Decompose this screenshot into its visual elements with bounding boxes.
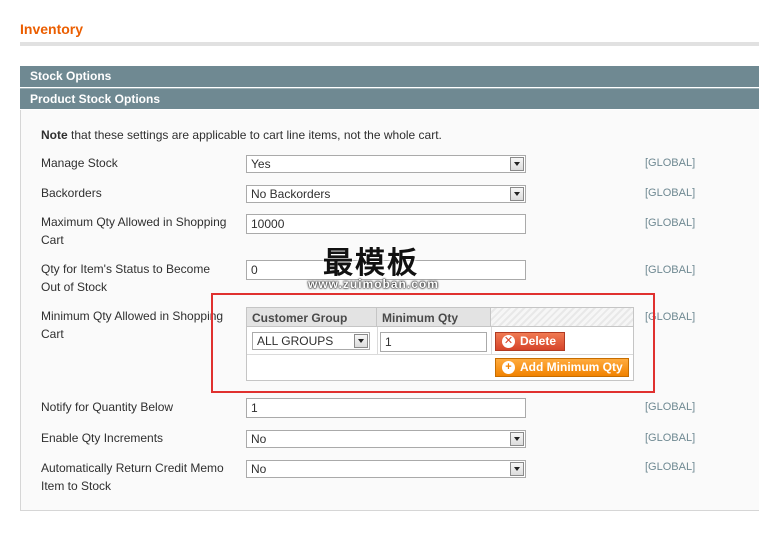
notify-below-label: Notify for Quantity Below <box>41 400 174 414</box>
notify-below-scope: [GLOBAL] <box>645 401 696 413</box>
minimum-qty-input[interactable]: 1 <box>380 332 487 352</box>
table-row: ALL GROUPS 1 ✕ Delete <box>247 327 633 355</box>
customer-group-value: ALL GROUPS <box>257 334 334 348</box>
max-qty-label: Maximum Qty Allowed in Shopping Cart <box>41 215 227 247</box>
delete-button[interactable]: ✕ Delete <box>495 332 565 351</box>
column-divider <box>491 327 492 354</box>
chevron-down-icon[interactable] <box>510 462 524 476</box>
chevron-down-icon[interactable] <box>510 187 524 201</box>
notify-below-input[interactable]: 1 <box>246 398 526 418</box>
add-minimum-qty-button[interactable]: + Add Minimum Qty <box>495 358 629 377</box>
min-qty-grid: Customer Group Minimum Qty ALL GROUPS 1 … <box>246 307 634 381</box>
return-credit-memo-scope: [GLOBAL] <box>645 461 696 473</box>
title-divider <box>20 42 759 46</box>
qty-increments-scope: [GLOBAL] <box>645 432 696 444</box>
watermark-logo: 最模板 <box>323 246 419 281</box>
max-qty-input[interactable]: 10000 <box>246 214 526 234</box>
qty-increments-select[interactable]: No <box>246 430 526 448</box>
minimum-qty-header: Minimum Qty <box>377 308 491 326</box>
note-text: that these settings are applicable to ca… <box>67 128 442 142</box>
note-bold: Note <box>41 128 68 142</box>
customer-group-header: Customer Group <box>247 308 377 326</box>
cart-note: Note that these settings are applicable … <box>41 128 442 142</box>
grid-header: Customer Group Minimum Qty <box>247 308 633 327</box>
return-credit-memo-value: No <box>251 462 267 476</box>
min-qty-label: Minimum Qty Allowed in Shopping Cart <box>41 309 224 341</box>
manage-stock-scope: [GLOBAL] <box>645 157 696 169</box>
return-credit-memo-label: Automatically Return Credit Memo Item to… <box>41 461 224 493</box>
x-circle-icon: ✕ <box>502 335 515 348</box>
customer-group-select[interactable]: ALL GROUPS <box>252 332 370 350</box>
backorders-select[interactable]: No Backorders <box>246 185 526 203</box>
column-divider <box>377 327 378 354</box>
backorders-value: No Backorders <box>251 187 331 201</box>
manage-stock-select[interactable]: Yes <box>246 155 526 173</box>
qty-increments-value: No <box>251 432 267 446</box>
manage-stock-label: Manage Stock <box>41 156 118 170</box>
backorders-scope: [GLOBAL] <box>645 187 696 199</box>
manage-stock-value: Yes <box>251 157 271 171</box>
add-minimum-qty-label: Add Minimum Qty <box>520 360 623 374</box>
out-of-stock-qty-label: Qty for Item's Status to Become Out of S… <box>41 262 211 294</box>
watermark-url: www.zuimoban.com <box>308 277 439 291</box>
return-credit-memo-select[interactable]: No <box>246 460 526 478</box>
backorders-label: Backorders <box>41 186 102 200</box>
max-qty-scope: [GLOBAL] <box>645 217 696 229</box>
section-product-stock-options[interactable]: Product Stock Options <box>20 88 759 109</box>
qty-increments-label: Enable Qty Increments <box>41 431 164 445</box>
section-stock-options[interactable]: Stock Options <box>20 66 759 87</box>
chevron-down-icon[interactable] <box>354 334 368 348</box>
page-title: Inventory <box>20 21 84 37</box>
chevron-down-icon[interactable] <box>510 432 524 446</box>
out-of-stock-qty-scope: [GLOBAL] <box>645 264 696 276</box>
delete-label: Delete <box>520 334 557 348</box>
chevron-down-icon[interactable] <box>510 157 524 171</box>
min-qty-scope: [GLOBAL] <box>645 311 696 323</box>
plus-circle-icon: + <box>502 361 515 374</box>
